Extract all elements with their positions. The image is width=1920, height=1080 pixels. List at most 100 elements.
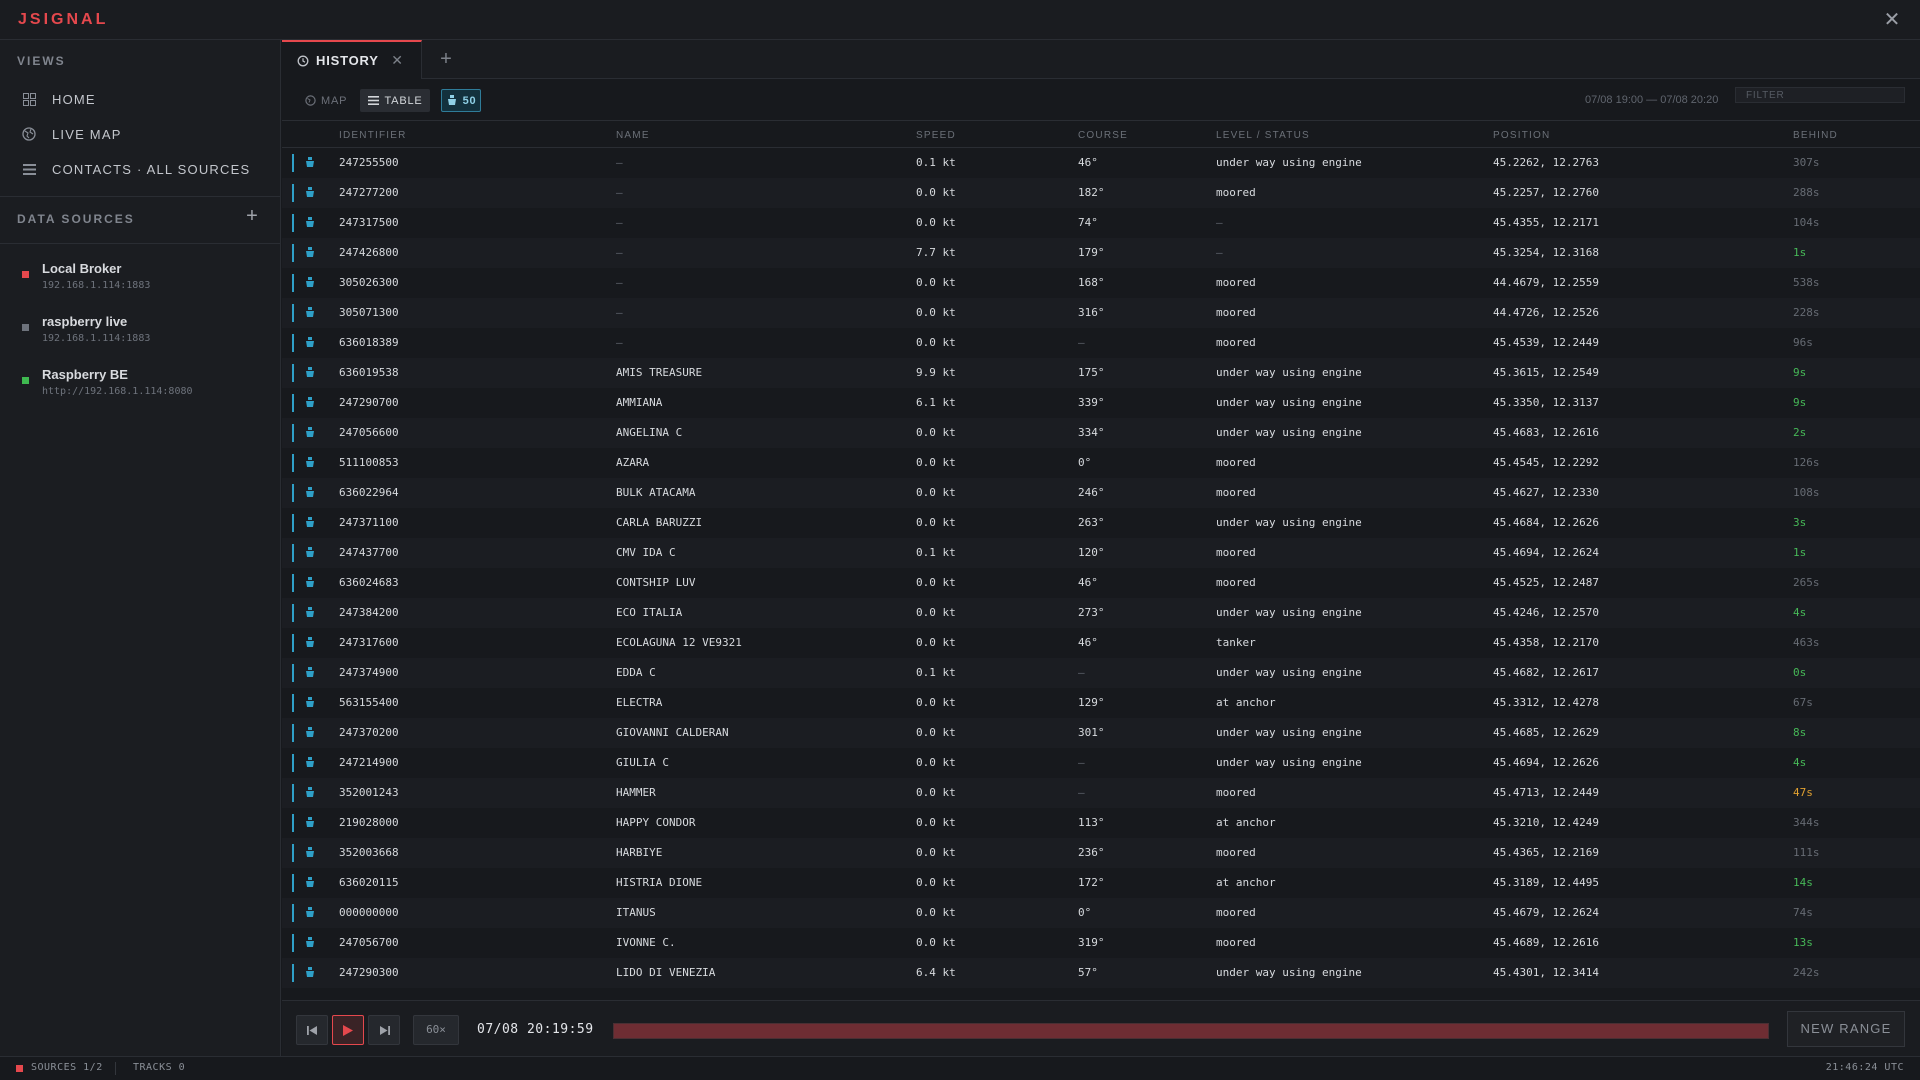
column-header-behind[interactable]: BEHIND: [1793, 122, 1838, 148]
map-view-button[interactable]: MAP: [304, 89, 352, 112]
history-icon: [296, 54, 310, 68]
close-icon[interactable]: ✕: [1880, 8, 1904, 32]
table-row[interactable]: 247290700 AMMIANA 6.1 kt 339° under way usin…: [282, 388, 1920, 418]
cell-id: 636019538: [339, 366, 399, 379]
new-range-button[interactable]: NEW RANGE: [1787, 1011, 1905, 1047]
table-row[interactable]: 247290300 LIDO DI VENEZIA 6.4 kt 57° under w…: [282, 958, 1920, 988]
table-row[interactable]: 247426800 — 7.7 kt 179° — 45.3254, 12.3168 1s: [282, 238, 1920, 268]
title-bar: JSIGNAL ✕: [0, 0, 1920, 40]
sidebar-item-live-map[interactable]: LIVE MAP: [0, 118, 280, 150]
sidebar-item-home[interactable]: HOME: [0, 83, 280, 115]
close-tab-icon[interactable]: ✕: [391, 52, 403, 69]
cell-id: 247371100: [339, 516, 399, 529]
cell-position: 45.4246, 12.2570: [1493, 606, 1599, 619]
cell-behind: 96s: [1793, 336, 1813, 349]
cell-position: 45.4355, 12.2171: [1493, 216, 1599, 229]
timeline-scrubber[interactable]: [613, 1023, 1769, 1039]
cell-status: under way using engine: [1216, 756, 1362, 769]
table-row[interactable]: 352003668 HARBIYE 0.0 kt 236° moored 45.4365,…: [282, 838, 1920, 868]
table-row[interactable]: 247370200 GIOVANNI CALDERAN 0.0 kt 301° unde…: [282, 718, 1920, 748]
cell-name: EDDA C: [616, 666, 656, 679]
ship-icon: [304, 336, 316, 349]
table-header: IDENTIFIER NAME SPEED COURSE LEVEL / STA…: [282, 122, 1920, 148]
cell-status: under way using engine: [1216, 606, 1362, 619]
cell-behind: 307s: [1793, 156, 1820, 169]
vessel-count-badge[interactable]: 50: [441, 89, 481, 112]
source-local-broker[interactable]: Local Broker 192.168.1.114:1883: [0, 259, 280, 305]
globe-icon: [20, 125, 38, 143]
column-header-position[interactable]: POSITION: [1493, 122, 1550, 148]
table-row[interactable]: 247056600 ANGELINA C 0.0 kt 334° under way u…: [282, 418, 1920, 448]
table-row[interactable]: 000000000 ITANUS 0.0 kt 0° moored 45.4679, 12…: [282, 898, 1920, 928]
cell-name: CONTSHIP LUV: [616, 576, 696, 589]
table-row[interactable]: 636020115 HISTRIA DIONE 0.0 kt 172° at ancho…: [282, 868, 1920, 898]
column-header-speed[interactable]: SPEED: [916, 122, 956, 148]
column-header-status[interactable]: LEVEL / STATUS: [1216, 122, 1310, 148]
playback-time: 07/08 20:19:59: [477, 1022, 594, 1037]
cell-position: 45.4682, 12.2617: [1493, 666, 1599, 679]
table-row[interactable]: 247437700 CMV IDA C 0.1 kt 120° moored 45.469…: [282, 538, 1920, 568]
cell-position: 45.4679, 12.2624: [1493, 906, 1599, 919]
ship-icon: [304, 876, 316, 889]
app-window: JSIGNAL ✕ VIEWS HOME LIVE MAP CONTACTS ·…: [0, 0, 1920, 1080]
table-row[interactable]: 247277200 — 0.0 kt 182° moored 45.2257, 12.27…: [282, 178, 1920, 208]
cell-id: 352003668: [339, 846, 399, 859]
cell-id: 247290700: [339, 396, 399, 409]
table-view-button[interactable]: TABLE: [360, 89, 430, 112]
source-raspberry-live[interactable]: raspberry live 192.168.1.114:1883: [0, 312, 280, 358]
cell-status: moored: [1216, 336, 1256, 349]
skip-forward-icon: [379, 1025, 390, 1035]
table-row[interactable]: 247371100 CARLA BARUZZI 0.0 kt 263° under wa…: [282, 508, 1920, 538]
cell-position: 45.3210, 12.4249: [1493, 816, 1599, 829]
track-color-bar: [292, 184, 294, 202]
cell-name: BULK ATACAMA: [616, 486, 696, 499]
column-header-course[interactable]: COURSE: [1078, 122, 1128, 148]
table-row[interactable]: 636022964 BULK ATACAMA 0.0 kt 246° moored 45.…: [282, 478, 1920, 508]
ship-icon: [304, 696, 316, 709]
ship-icon: [304, 606, 316, 619]
filter-input[interactable]: [1735, 87, 1905, 103]
table-row[interactable]: 305071300 — 0.0 kt 316° moored 44.4726, 12.25…: [282, 298, 1920, 328]
sidebar-item-contacts[interactable]: CONTACTS · ALL SOURCES: [0, 153, 280, 185]
map-view-label: MAP: [321, 94, 348, 107]
table-row[interactable]: 247214900 GIULIA C 0.0 kt — under way using …: [282, 748, 1920, 778]
cell-speed: 0.0 kt: [916, 186, 956, 199]
cell-name: ECO ITALIA: [616, 606, 683, 619]
table-row[interactable]: 563155400 ELECTRA 0.0 kt 129° at anchor 45.33…: [282, 688, 1920, 718]
add-tab-button[interactable]: +: [432, 45, 460, 73]
globe-icon: [304, 95, 316, 107]
track-color-bar: [292, 214, 294, 232]
cell-speed: 0.0 kt: [916, 816, 956, 829]
table-row[interactable]: 305026300 — 0.0 kt 168° moored 44.4679, 12.25…: [282, 268, 1920, 298]
skip-back-button[interactable]: [296, 1015, 328, 1045]
play-button[interactable]: [332, 1015, 364, 1045]
source-raspberry-be[interactable]: Raspberry BE http://192.168.1.114:8080: [0, 365, 280, 411]
ship-icon: [304, 306, 316, 319]
cell-speed: 0.1 kt: [916, 156, 956, 169]
table-row[interactable]: 636019538 AMIS TREASURE 9.9 kt 175° under wa…: [282, 358, 1920, 388]
table-row[interactable]: 511100853 AZARA 0.0 kt 0° moored 45.4545, 12.…: [282, 448, 1920, 478]
track-color-bar: [292, 874, 294, 892]
playback-speed-button[interactable]: 60×: [413, 1015, 459, 1045]
table-row[interactable]: 247317500 — 0.0 kt 74° — 45.4355, 12.2171 104s: [282, 208, 1920, 238]
ship-icon: [304, 786, 316, 799]
cell-name: —: [616, 156, 623, 169]
cell-status: moored: [1216, 576, 1256, 589]
data-sources-heading: DATA SOURCES: [17, 212, 135, 226]
table-row[interactable]: 247384200 ECO ITALIA 0.0 kt 273° under way u…: [282, 598, 1920, 628]
table-row[interactable]: 247317600 ECOLAGUNA 12 VE9321 0.0 kt 46° tan…: [282, 628, 1920, 658]
sources-status: SOURCES 1/2: [31, 1062, 103, 1073]
table-row[interactable]: 636024683 CONTSHIP LUV 0.0 kt 46° moored 45.4…: [282, 568, 1920, 598]
table-row[interactable]: 247056700 IVONNE C. 0.0 kt 319° moored 45.468…: [282, 928, 1920, 958]
tab-history[interactable]: HISTORY ✕: [282, 40, 422, 79]
cell-speed: 6.4 kt: [916, 966, 956, 979]
table-row[interactable]: 636018389 — 0.0 kt — moored 45.4539, 12.2449 9…: [282, 328, 1920, 358]
table-row[interactable]: 219028000 HAPPY CONDOR 0.0 kt 113° at anchor…: [282, 808, 1920, 838]
skip-forward-button[interactable]: [368, 1015, 400, 1045]
column-header-identifier[interactable]: IDENTIFIER: [339, 122, 407, 148]
column-header-name[interactable]: NAME: [616, 122, 650, 148]
table-row[interactable]: 247255500 — 0.1 kt 46° under way using engin…: [282, 148, 1920, 178]
table-row[interactable]: 352001243 HAMMER 0.0 kt — moored 45.4713, 12.…: [282, 778, 1920, 808]
add-source-button[interactable]: +: [242, 204, 262, 228]
table-row[interactable]: 247374900 EDDA C 0.1 kt — under way using en…: [282, 658, 1920, 688]
